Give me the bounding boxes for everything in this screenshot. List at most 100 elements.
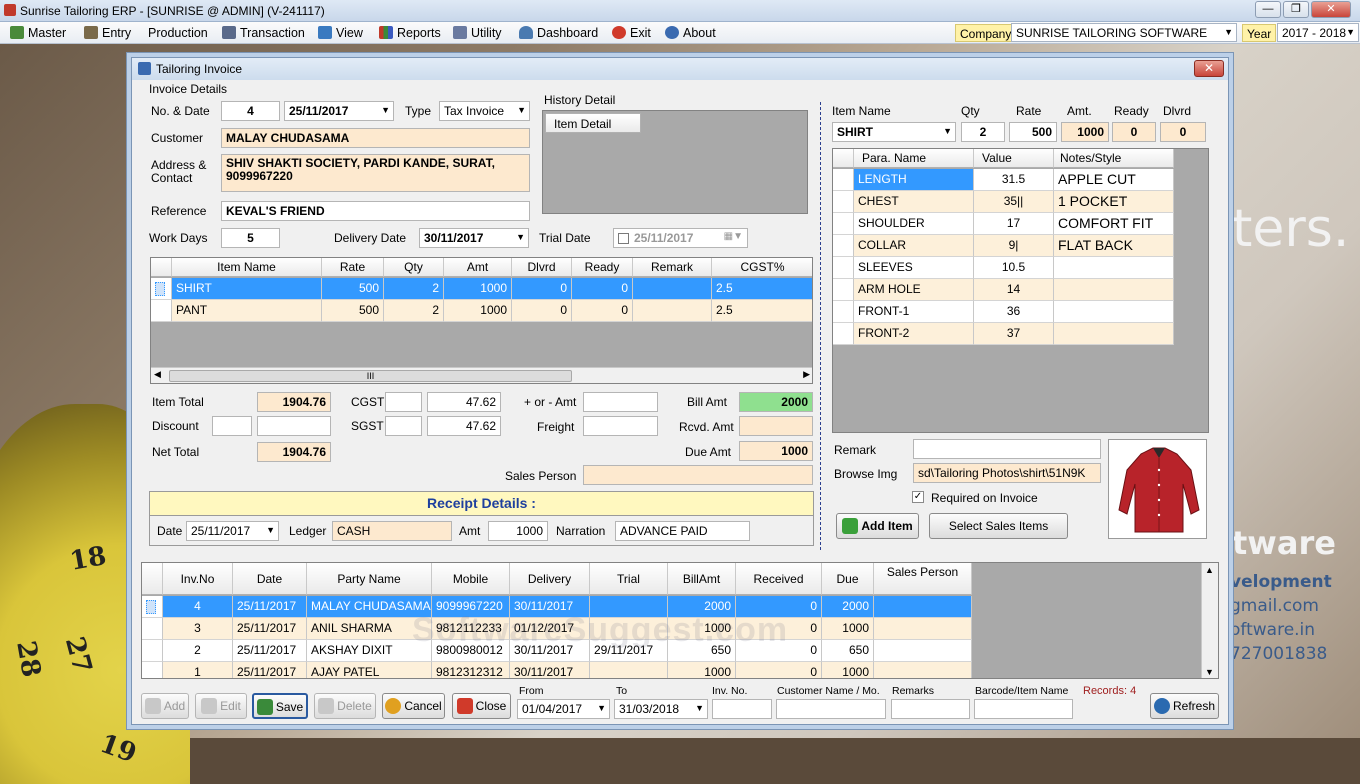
cell[interactable]: SLEEVES bbox=[854, 257, 974, 279]
sales-person-field[interactable] bbox=[583, 465, 813, 485]
cell[interactable]: 37 bbox=[974, 323, 1054, 345]
cell[interactable] bbox=[1054, 323, 1174, 345]
add-button[interactable]: Add bbox=[141, 693, 189, 719]
column-header[interactable]: Trial bbox=[590, 563, 668, 595]
menu-entry[interactable]: Entry bbox=[84, 26, 131, 40]
close-button[interactable]: Close bbox=[452, 693, 511, 719]
row-header[interactable] bbox=[833, 279, 854, 301]
column-header[interactable]: Party Name bbox=[307, 563, 432, 595]
delete-button[interactable]: Delete bbox=[314, 693, 376, 719]
column-header[interactable]: Remark bbox=[633, 258, 712, 277]
cell[interactable]: 1000 bbox=[822, 662, 874, 678]
item-dlvrd-field[interactable]: 0 bbox=[1160, 122, 1206, 142]
column-header[interactable]: Sales Person bbox=[874, 563, 972, 595]
cell[interactable]: 31.5 bbox=[974, 169, 1054, 191]
receipt-amt-field[interactable]: 1000 bbox=[488, 521, 548, 541]
column-header[interactable]: Rate bbox=[322, 258, 384, 277]
cell[interactable]: 3 bbox=[163, 618, 233, 640]
cell[interactable]: AJAY PATEL bbox=[307, 662, 432, 678]
column-header[interactable]: Qty bbox=[384, 258, 444, 277]
cell[interactable]: COLLAR bbox=[854, 235, 974, 257]
column-header[interactable]: Item Name bbox=[172, 258, 322, 277]
cell[interactable]: 2.5 bbox=[712, 278, 812, 300]
cell[interactable]: SHOULDER bbox=[854, 213, 974, 235]
work-days-field[interactable]: 5 bbox=[221, 228, 280, 248]
save-button[interactable]: Save bbox=[252, 693, 308, 719]
row-header[interactable] bbox=[833, 323, 854, 345]
row-header[interactable] bbox=[833, 301, 854, 323]
column-header[interactable]: Mobile bbox=[432, 563, 510, 595]
product-image[interactable] bbox=[1108, 439, 1207, 539]
cell[interactable] bbox=[1054, 279, 1174, 301]
cell[interactable]: 35|| bbox=[974, 191, 1054, 213]
required-on-invoice-checkbox[interactable]: ✓ bbox=[912, 491, 924, 503]
cell[interactable]: 1000 bbox=[822, 618, 874, 640]
cell[interactable]: 25/11/2017 bbox=[233, 596, 307, 618]
discount-amount-field[interactable] bbox=[257, 416, 331, 436]
trial-date-checkbox[interactable] bbox=[618, 233, 629, 244]
cell[interactable]: FLAT BACK bbox=[1054, 235, 1174, 257]
menu-view[interactable]: View bbox=[318, 26, 363, 40]
add-item-button[interactable]: Add Item bbox=[836, 513, 919, 539]
cell[interactable]: 0 bbox=[572, 300, 633, 322]
cell[interactable]: 25/11/2017 bbox=[233, 618, 307, 640]
row-header[interactable] bbox=[151, 278, 172, 300]
cell[interactable] bbox=[633, 300, 712, 322]
cell[interactable]: ARM HOLE bbox=[854, 279, 974, 301]
row-header[interactable] bbox=[142, 618, 163, 640]
cell[interactable]: 500 bbox=[322, 278, 384, 300]
invoice-date-picker[interactable]: 25/11/2017 ▼ bbox=[284, 101, 394, 121]
column-header[interactable]: Para. Name bbox=[854, 149, 974, 168]
column-header[interactable]: Value bbox=[974, 149, 1054, 168]
close-window-button[interactable]: ✕ bbox=[1311, 1, 1351, 18]
cell[interactable]: LENGTH bbox=[854, 169, 974, 191]
menu-dashboard[interactable]: Dashboard bbox=[519, 26, 598, 40]
cell[interactable]: COMFORT FIT bbox=[1054, 213, 1174, 235]
sgst-amount-field[interactable]: 47.62 bbox=[427, 416, 501, 436]
menu-master[interactable]: Master bbox=[10, 26, 66, 40]
plus-minus-field[interactable] bbox=[583, 392, 658, 412]
narration-field[interactable]: ADVANCE PAID bbox=[615, 521, 750, 541]
row-header[interactable] bbox=[833, 169, 854, 191]
cell[interactable]: 4 bbox=[163, 596, 233, 618]
delivery-date-picker[interactable]: 30/11/2017 ▼ bbox=[419, 228, 529, 248]
cgst-amount-field[interactable]: 47.62 bbox=[427, 392, 501, 412]
cell[interactable]: 1000 bbox=[444, 300, 512, 322]
column-header[interactable]: Received bbox=[736, 563, 822, 595]
invoice-no-field[interactable]: 4 bbox=[221, 101, 280, 121]
row-header[interactable] bbox=[142, 640, 163, 662]
column-header[interactable]: Amt bbox=[444, 258, 512, 277]
cell[interactable]: 25/11/2017 bbox=[233, 640, 307, 662]
column-header[interactable]: Ready bbox=[572, 258, 633, 277]
cell[interactable] bbox=[590, 662, 668, 678]
cell[interactable]: 2000 bbox=[822, 596, 874, 618]
cell[interactable]: 0 bbox=[736, 662, 822, 678]
cell[interactable]: 14 bbox=[974, 279, 1054, 301]
column-header[interactable]: Dlvrd bbox=[512, 258, 572, 277]
cell[interactable]: 0 bbox=[572, 278, 633, 300]
row-header[interactable] bbox=[833, 191, 854, 213]
to-date-picker[interactable]: 31/03/2018 ▼ bbox=[614, 699, 708, 719]
cell[interactable]: 1000 bbox=[444, 278, 512, 300]
cell[interactable]: 500 bbox=[322, 300, 384, 322]
menu-utility[interactable]: Utility bbox=[453, 26, 502, 40]
column-header[interactable]: BillAmt bbox=[668, 563, 736, 595]
cell[interactable]: SHIRT bbox=[172, 278, 322, 300]
minimize-button[interactable]: — bbox=[1255, 1, 1281, 18]
cell[interactable]: 2 bbox=[384, 278, 444, 300]
cgst-percent-field[interactable] bbox=[385, 392, 422, 412]
cell[interactable]: 2.5 bbox=[712, 300, 812, 322]
company-select[interactable]: SUNRISE TAILORING SOFTWARE ▼ bbox=[1011, 23, 1237, 42]
row-header[interactable] bbox=[142, 596, 163, 618]
remarks-filter[interactable] bbox=[891, 699, 970, 719]
column-header[interactable]: Date bbox=[233, 563, 307, 595]
trial-date-picker[interactable]: 25/11/2017 ▦▼ bbox=[613, 228, 748, 248]
cell[interactable]: 30/11/2017 bbox=[510, 662, 590, 678]
customer-name-filter[interactable] bbox=[776, 699, 886, 719]
cell[interactable] bbox=[1054, 301, 1174, 323]
customer-field[interactable]: MALAY CHUDASAMA bbox=[221, 128, 530, 148]
cell[interactable]: 17 bbox=[974, 213, 1054, 235]
column-header[interactable]: Due bbox=[822, 563, 874, 595]
freight-field[interactable] bbox=[583, 416, 658, 436]
cell[interactable]: CHEST bbox=[854, 191, 974, 213]
